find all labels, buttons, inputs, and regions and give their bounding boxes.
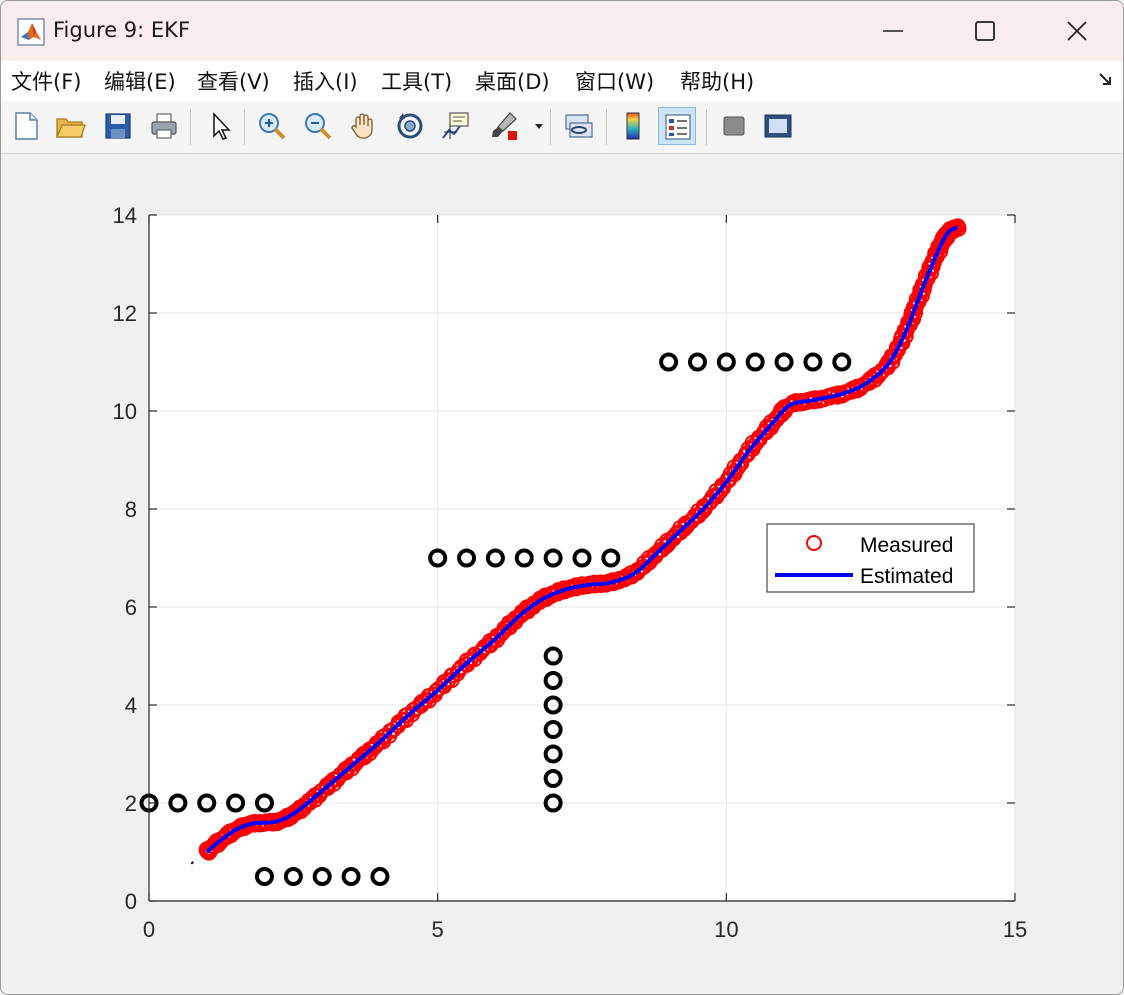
maximize-icon [975, 21, 995, 41]
menu-help[interactable]: 帮助(H) [680, 66, 754, 96]
print-icon [151, 113, 177, 139]
zoom-out-button[interactable] [299, 107, 337, 145]
close-button[interactable] [1047, 7, 1107, 55]
brush-icon [492, 112, 517, 140]
menu-insert[interactable]: 插入(I) [293, 66, 358, 96]
rotate-3d-icon [397, 113, 423, 139]
dock-arrow-icon[interactable] [1097, 71, 1113, 87]
select-button[interactable] [201, 107, 239, 145]
window-title: Figure 9: EKF [53, 18, 191, 42]
pointer-icon [213, 112, 231, 140]
zoom-in-button[interactable] [253, 107, 291, 145]
y-tick-label: 6 [125, 595, 137, 620]
minimize-button[interactable] [863, 7, 923, 55]
y-tick-label: 4 [125, 693, 137, 718]
open-folder-icon [56, 118, 86, 138]
menu-bar: 文件(F) 编辑(E) 查看(V) 插入(I) 工具(T) 桌面(D) 窗口(W… [1, 61, 1123, 102]
toolbar-separator [706, 109, 707, 145]
brush-dropdown-icon[interactable] [534, 121, 544, 131]
link-plot-button[interactable] [559, 107, 597, 145]
menu-edit[interactable]: 编辑(E) [104, 66, 176, 96]
hide-plot-tools-icon [723, 116, 745, 136]
y-tick-label: 10 [113, 399, 137, 424]
y-tick-label: 14 [113, 203, 137, 228]
toolbar-separator [244, 109, 245, 145]
legend-icon [665, 114, 691, 140]
legend-button[interactable] [658, 107, 696, 145]
menu-tools[interactable]: 工具(T) [381, 66, 452, 96]
colorbar-icon [626, 112, 640, 140]
colorbar-button[interactable] [614, 107, 652, 145]
x-tick-label: 10 [714, 917, 738, 942]
hide-plot-tools-button[interactable] [715, 107, 753, 145]
show-plot-tools-icon [764, 114, 792, 138]
y-tick-label: 8 [125, 497, 137, 522]
y-tick-label: 2 [125, 791, 137, 816]
x-tick-label: 0 [143, 917, 155, 942]
toolbar-separator [606, 109, 607, 145]
save-icon [105, 113, 131, 139]
legend-estimated-label: Estimated [860, 565, 953, 588]
show-plot-tools-button[interactable] [759, 107, 797, 145]
x-tick-label: 5 [432, 917, 444, 942]
toolbar [1, 101, 1123, 154]
open-file-button[interactable] [51, 107, 89, 145]
data-cursor-button[interactable] [437, 107, 475, 145]
close-icon [1067, 21, 1087, 41]
legend[interactable]: Measured Estimated [766, 523, 975, 593]
print-button[interactable] [145, 107, 183, 145]
toolbar-separator [190, 109, 191, 145]
menu-window[interactable]: 窗口(W) [575, 66, 654, 96]
new-figure-button[interactable] [7, 107, 45, 145]
toolbar-separator [550, 109, 551, 145]
zoom-out-icon [305, 113, 332, 140]
save-button[interactable] [99, 107, 137, 145]
matlab-logo-icon [17, 18, 45, 46]
y-tick-label: 12 [113, 301, 137, 326]
y-tick-label: 0 [125, 889, 137, 914]
pan-hand-icon [351, 113, 373, 139]
rotate-button[interactable] [391, 107, 429, 145]
pan-button[interactable] [345, 107, 383, 145]
new-file-icon [15, 112, 38, 140]
minimize-icon [883, 30, 903, 32]
title-bar: Figure 9: EKF [1, 1, 1123, 61]
zoom-in-icon [259, 113, 286, 140]
menu-view[interactable]: 查看(V) [197, 66, 270, 96]
maximize-button[interactable] [955, 7, 1015, 55]
plot-canvas[interactable]: 0 5 10 15 0 2 4 6 8 10 12 14 Measured Estimated [0, 153, 1124, 983]
legend-measured-label: Measured [860, 534, 953, 557]
brush-button[interactable] [485, 107, 523, 145]
x-tick-label: 15 [1003, 917, 1027, 942]
menu-desktop[interactable]: 桌面(D) [475, 66, 550, 96]
data-cursor-icon [442, 112, 469, 139]
start-marker [190, 861, 195, 865]
menu-file[interactable]: 文件(F) [11, 66, 81, 96]
link-plot-icon [565, 114, 593, 138]
